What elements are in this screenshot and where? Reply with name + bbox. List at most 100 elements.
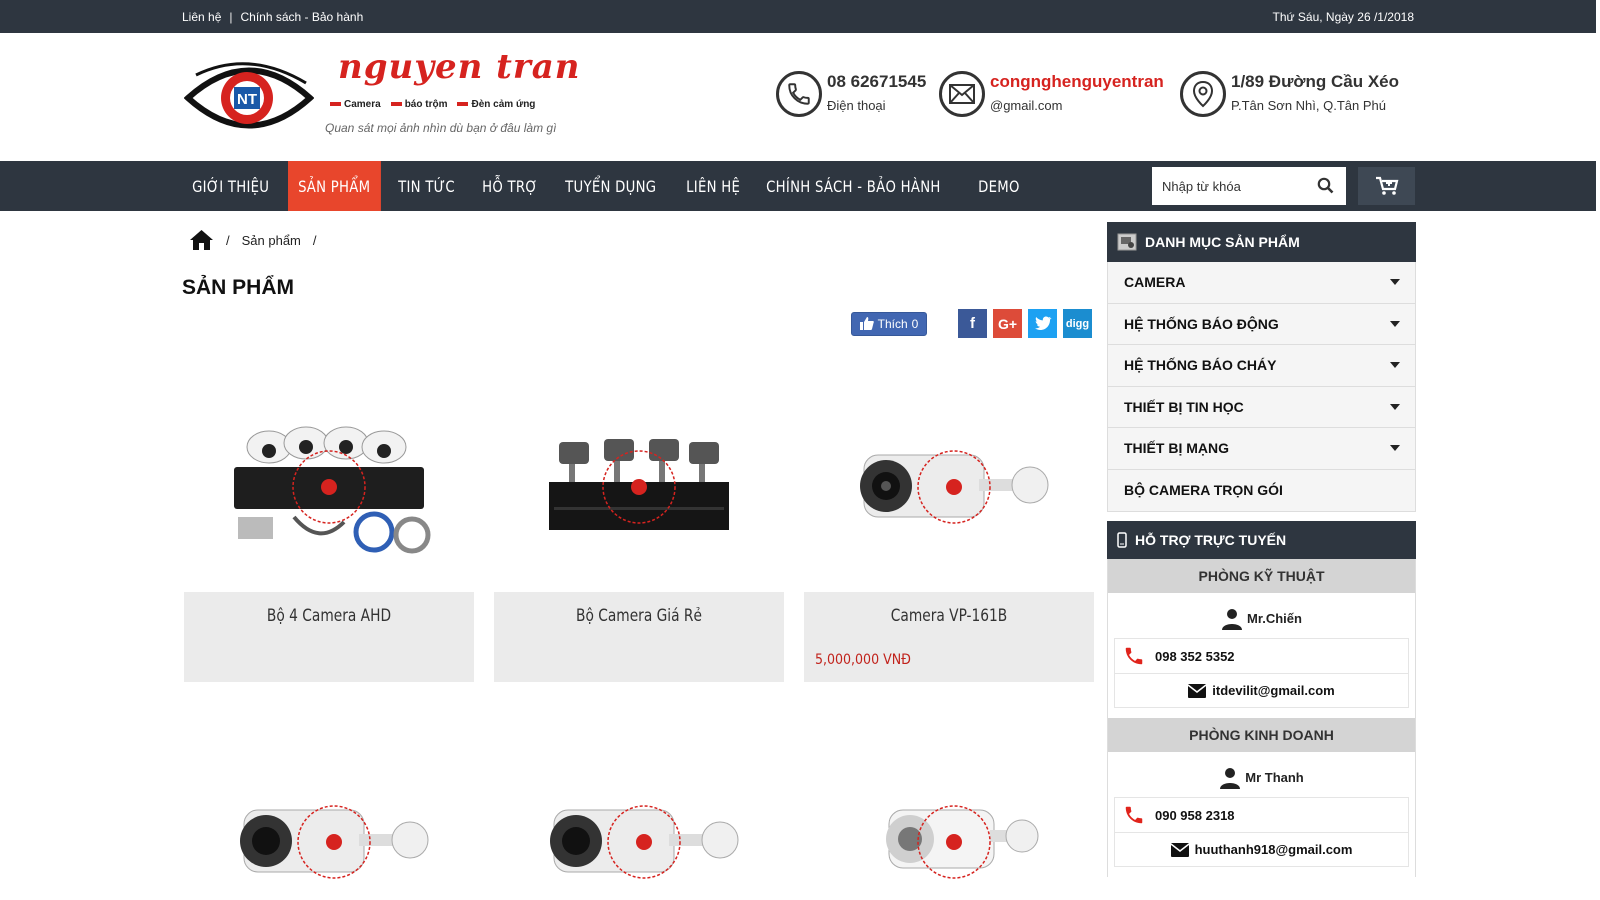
support-email-row[interactable]: huuthanh918@gmail.com bbox=[1114, 832, 1409, 867]
product-image[interactable] bbox=[494, 732, 784, 900]
brand-tag: báo trộm bbox=[391, 99, 448, 110]
product-name[interactable]: Camera VP-161B bbox=[819, 606, 1080, 626]
support-phone[interactable]: 098 352 5352 bbox=[1155, 649, 1235, 664]
category-label: HỆ THỐNG BÁO CHÁY bbox=[1124, 357, 1277, 374]
envelope-icon bbox=[939, 71, 985, 117]
cart-button[interactable] bbox=[1358, 167, 1415, 205]
category-item-tin-hoc[interactable]: THIẾT BỊ TIN HỌC bbox=[1108, 386, 1415, 428]
category-item-bao-chay[interactable]: HỆ THỐNG BÁO CHÁY bbox=[1108, 345, 1415, 387]
nav-item-tin-tuc[interactable]: TIN TỨC bbox=[388, 161, 465, 211]
facebook-like-button[interactable]: Thích 0 bbox=[851, 311, 927, 336]
support-phone-row[interactable]: 090 958 2318 bbox=[1114, 797, 1409, 832]
page-title: SẢN PHẨM bbox=[182, 276, 295, 299]
top-bar: Liên hệ | Chính sách - Bảo hành Thứ Sáu,… bbox=[0, 0, 1596, 33]
like-count: 0 bbox=[911, 316, 919, 331]
nav-item-gioi-thieu[interactable]: GIỚI THIỆU bbox=[182, 161, 279, 211]
category-item-bao-dong[interactable]: HỆ THỐNG BÁO ĐỘNG bbox=[1108, 303, 1415, 345]
brand-name[interactable]: nguyen tran bbox=[338, 47, 581, 87]
product-info: Bộ Camera Giá Rẻ bbox=[494, 592, 784, 682]
breadcrumb: / Sản phẩm / bbox=[189, 229, 329, 251]
support-person: Mr Thanh bbox=[1108, 752, 1415, 797]
nav-item-chinh-sach[interactable]: CHÍNH SÁCH - BẢO HÀNH bbox=[756, 161, 951, 211]
support-phone[interactable]: 090 958 2318 bbox=[1155, 808, 1235, 823]
top-link-separator: | bbox=[229, 10, 233, 24]
caret-down-icon[interactable] bbox=[1390, 279, 1400, 286]
product-image[interactable] bbox=[494, 372, 784, 592]
user-icon bbox=[1220, 767, 1241, 789]
support-person: Mr.Chiến bbox=[1108, 593, 1415, 638]
category-item-camera[interactable]: CAMERA bbox=[1108, 262, 1415, 304]
caret-down-icon[interactable] bbox=[1390, 320, 1400, 327]
phone-icon bbox=[1125, 806, 1143, 824]
current-date: Thứ Sáu, Ngày 26 /1/2018 bbox=[1272, 10, 1414, 24]
mobile-phone-icon bbox=[1117, 532, 1127, 548]
phone-icon bbox=[776, 71, 822, 117]
support-header: HỖ TRỢ TRỰC TUYẾN bbox=[1107, 521, 1416, 559]
support-email[interactable]: huuthanh918@gmail.com bbox=[1195, 842, 1353, 857]
product-image[interactable] bbox=[804, 732, 1094, 900]
nav-menu: GIỚI THIỆU SẢN PHẨM TIN TỨC HỖ TRỢ TUYỂN… bbox=[182, 161, 1035, 211]
product-image[interactable] bbox=[804, 372, 1094, 592]
digg-share-button[interactable]: digg bbox=[1063, 309, 1092, 338]
category-label: THIẾT BỊ TIN HỌC bbox=[1124, 398, 1244, 415]
map-pin-icon bbox=[1180, 71, 1226, 117]
nav-item-san-pham[interactable]: SẢN PHẨM bbox=[287, 161, 381, 211]
twitter-icon bbox=[1034, 316, 1051, 330]
nav-item-demo[interactable]: DEMO bbox=[968, 161, 1030, 211]
home-icon[interactable] bbox=[189, 229, 214, 251]
product-name[interactable]: Bộ 4 Camera AHD bbox=[199, 606, 460, 626]
breadcrumb-separator: / bbox=[312, 232, 317, 248]
search-input[interactable]: Nhập từ khóa bbox=[1152, 167, 1346, 205]
category-label: HỆ THỐNG BÁO ĐỘNG bbox=[1124, 315, 1279, 332]
product-card[interactable] bbox=[184, 732, 474, 900]
twitter-share-button[interactable] bbox=[1028, 309, 1057, 338]
nav-item-lien-he[interactable]: LIÊN HỆ bbox=[676, 161, 750, 211]
contact-address-district: P.Tân Sơn Nhì, Q.Tân Phú bbox=[1231, 98, 1386, 113]
breadcrumb-current[interactable]: Sản phẩm bbox=[242, 233, 301, 248]
top-link-contact[interactable]: Liên hệ bbox=[182, 10, 221, 24]
google-plus-share-button[interactable]: G+ bbox=[993, 309, 1022, 338]
logo-eye-icon[interactable]: NT bbox=[184, 53, 314, 143]
category-label: BỘ CAMERA TRỌN GÓI bbox=[1124, 482, 1283, 499]
category-list: CAMERA HỆ THỐNG BÁO ĐỘNG HỆ THỐNG BÁO CH… bbox=[1107, 262, 1416, 512]
category-item-tron-goi[interactable]: BỘ CAMERA TRỌN GÓI bbox=[1108, 469, 1415, 511]
logo-text: NT bbox=[237, 91, 257, 108]
social-share: Thích 0 f G+ digg bbox=[851, 309, 1098, 338]
caret-down-icon[interactable] bbox=[1390, 362, 1400, 369]
caret-down-icon[interactable] bbox=[1390, 403, 1400, 410]
main-nav: GIỚI THIỆU SẢN PHẨM TIN TỨC HỖ TRỢ TUYỂN… bbox=[0, 161, 1596, 211]
category-title: DANH MỤC SẢN PHẨM bbox=[1145, 234, 1300, 250]
category-header: DANH MỤC SẢN PHẨM bbox=[1107, 222, 1416, 262]
like-label: Thích bbox=[877, 316, 908, 331]
support-person-name: Mr.Chiến bbox=[1247, 611, 1302, 626]
facebook-share-button[interactable]: f bbox=[958, 309, 987, 338]
product-image[interactable] bbox=[184, 732, 474, 900]
brand-tag: Camera bbox=[330, 99, 381, 110]
contact-email-user[interactable]: congnghenguyentran bbox=[990, 71, 1164, 93]
product-card[interactable] bbox=[494, 732, 784, 900]
nav-item-ho-tro[interactable]: HỖ TRỢ bbox=[472, 161, 548, 211]
product-name[interactable]: Bộ Camera Giá Rẻ bbox=[509, 606, 770, 626]
product-card[interactable]: Bộ Camera Giá Rẻ bbox=[494, 372, 784, 682]
support-phone-row[interactable]: 098 352 5352 bbox=[1114, 638, 1409, 673]
category-item-mang[interactable]: THIẾT BỊ MẠNG bbox=[1108, 428, 1415, 470]
support-email[interactable]: itdevilit@gmail.com bbox=[1212, 683, 1334, 698]
product-card[interactable]: Camera VP-161B 5,000,000 VNĐ bbox=[804, 372, 1094, 682]
contact-phone-number[interactable]: 08 62671545 bbox=[827, 71, 926, 93]
support-dept-name: PHÒNG KINH DOANH bbox=[1108, 718, 1415, 752]
product-image[interactable] bbox=[184, 372, 474, 592]
top-link-policy[interactable]: Chính sách - Bảo hành bbox=[241, 10, 364, 24]
nav-item-tuyen-dung[interactable]: TUYỂN DỤNG bbox=[555, 161, 666, 211]
product-card[interactable] bbox=[804, 732, 1094, 900]
brand-slogan: Quan sát mọi ảnh nhìn dù bạn ở đâu làm g… bbox=[325, 121, 557, 135]
support-body: PHÒNG KỸ THUẬT Mr.Chiến 098 352 5352 itd… bbox=[1107, 559, 1416, 877]
category-icon bbox=[1117, 233, 1137, 251]
envelope-icon bbox=[1170, 842, 1189, 857]
contact-phone-label: Điện thoại bbox=[827, 98, 886, 113]
category-label: CAMERA bbox=[1124, 274, 1186, 291]
support-email-row[interactable]: itdevilit@gmail.com bbox=[1114, 673, 1409, 708]
caret-down-icon[interactable] bbox=[1390, 445, 1400, 452]
category-label: THIẾT BỊ MẠNG bbox=[1124, 440, 1229, 457]
search-icon[interactable] bbox=[1317, 177, 1334, 194]
product-card[interactable]: Bộ 4 Camera AHD bbox=[184, 372, 474, 682]
